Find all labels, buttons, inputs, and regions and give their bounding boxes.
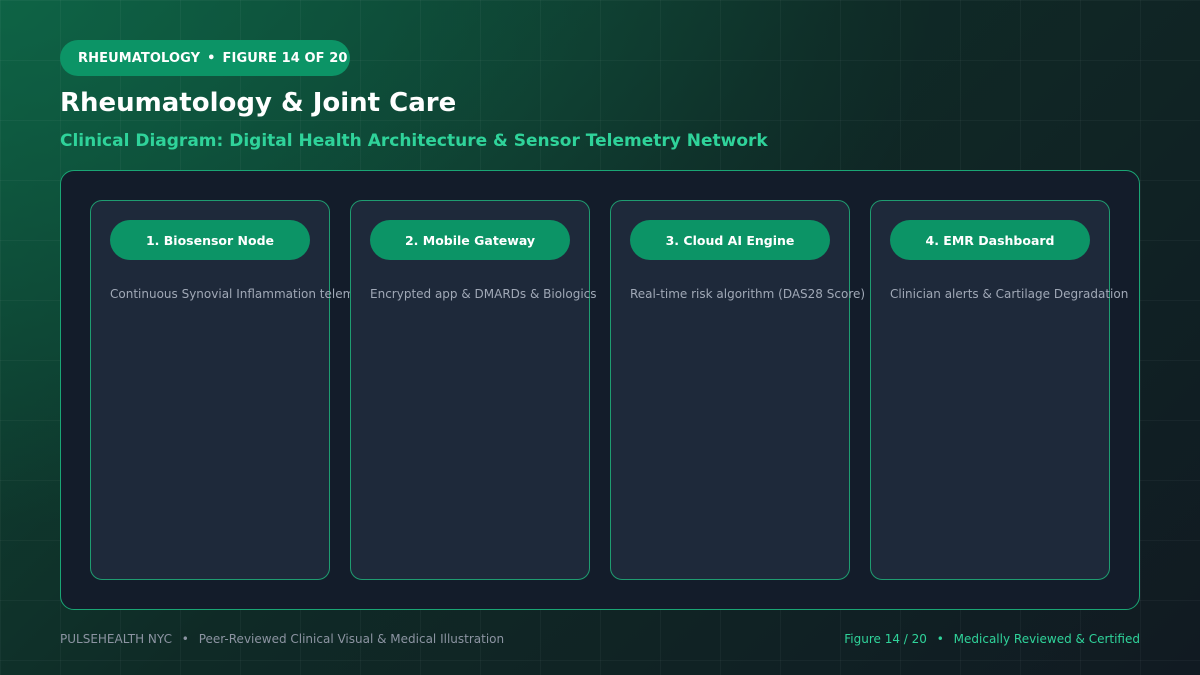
footer-tagline: Peer-Reviewed Clinical Visual & Medical … xyxy=(198,632,505,646)
page-title: Rheumatology & Joint Care xyxy=(60,88,457,118)
node-title-emr-dashboard: 4. EMR Dashboard xyxy=(890,220,1090,260)
node-title-cloud-ai-engine: 3. Cloud AI Engine xyxy=(630,220,830,260)
figure-label: FIGURE 14 OF 20 xyxy=(222,50,348,66)
page-subtitle: Clinical Diagram: Digital Health Archite… xyxy=(60,131,768,151)
node-description-biosensor: Continuous Synovial Inflammation telemet… xyxy=(110,287,379,301)
node-title-mobile-gateway: 2. Mobile Gateway xyxy=(370,220,570,260)
footer-figure: Figure 14 / 20 xyxy=(844,632,927,646)
footer-credit: PULSEHEALTH NYC • Peer-Reviewed Clinical… xyxy=(60,632,504,646)
footer-separator: • xyxy=(181,632,189,646)
node-card-mobile-gateway: 2. Mobile Gateway Encrypted app & DMARDs… xyxy=(350,200,597,580)
specialty-label: RHEUMATOLOGY xyxy=(78,50,201,66)
header-separator: • xyxy=(207,50,216,66)
node-description-cloud-ai-engine: Real-time risk algorithm (DAS28 Score) xyxy=(630,287,866,301)
node-title-biosensor: 1. Biosensor Node xyxy=(110,220,310,260)
footer-status-separator: • xyxy=(936,632,944,646)
footer-status: Medically Reviewed & Certified xyxy=(953,632,1140,646)
diagram-panel: 1. Biosensor Node Continuous Synovial In… xyxy=(60,170,1140,610)
figure-header-pill: RHEUMATOLOGY • FIGURE 14 OF 20 xyxy=(60,40,350,76)
node-description-mobile-gateway: Encrypted app & DMARDs & Biologics xyxy=(370,287,597,301)
node-card-biosensor: 1. Biosensor Node Continuous Synovial In… xyxy=(90,200,378,580)
node-card-cloud-ai-engine: 3. Cloud AI Engine Real-time risk algori… xyxy=(610,200,865,580)
node-card-emr-dashboard: 4. EMR Dashboard Clinician alerts & Cart… xyxy=(870,200,1128,580)
footer-figure-status: Figure 14 / 20 • Medically Reviewed & Ce… xyxy=(844,632,1140,646)
footer-brand: PULSEHEALTH NYC xyxy=(60,632,172,646)
node-description-emr-dashboard: Clinician alerts & Cartilage Degradation xyxy=(890,287,1129,301)
